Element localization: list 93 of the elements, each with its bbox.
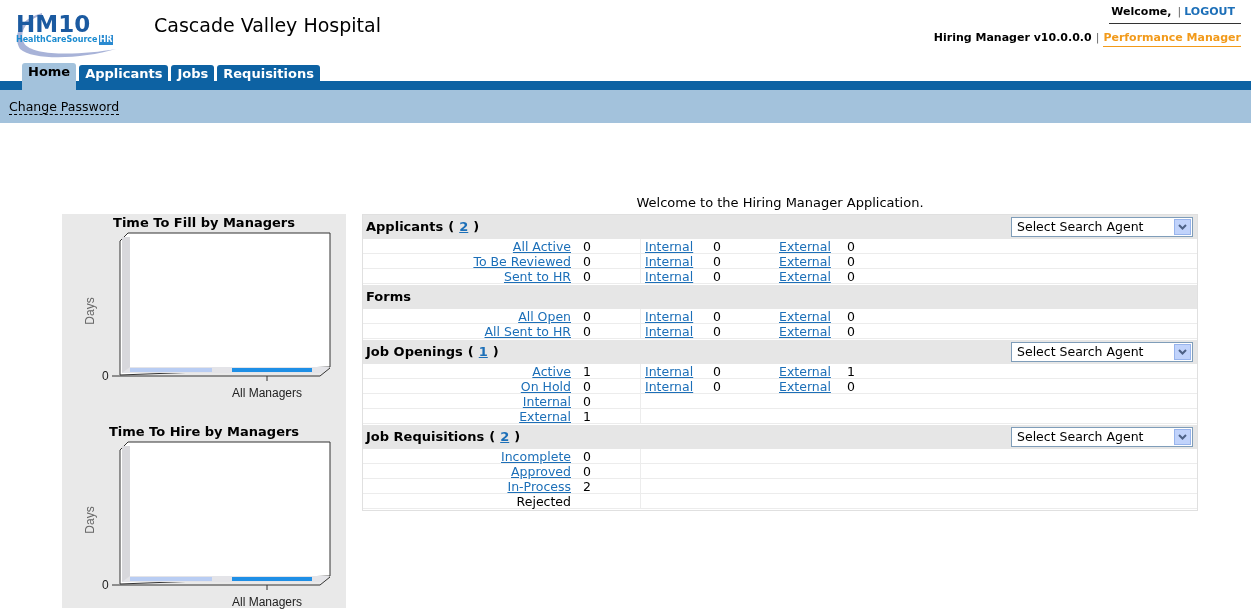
- external-link[interactable]: External: [779, 379, 831, 394]
- axis-label: Days: [83, 297, 97, 325]
- count-value: 0: [713, 269, 721, 284]
- internal-link[interactable]: Internal: [645, 324, 694, 339]
- chevron-down-icon: [1174, 344, 1191, 360]
- search-agent-dropdown[interactable]: Select Search Agent: [1011, 342, 1193, 362]
- external-link[interactable]: External: [779, 364, 831, 379]
- external-link[interactable]: External: [779, 324, 831, 339]
- count-value: 0: [583, 394, 591, 409]
- row-link[interactable]: To Be Reviewed: [473, 254, 571, 269]
- row-link[interactable]: Approved: [511, 464, 571, 479]
- count-value: 0: [847, 254, 855, 269]
- internal-link[interactable]: Internal: [645, 364, 694, 379]
- category-label: All Managers: [232, 595, 302, 609]
- row-link[interactable]: Active: [532, 364, 571, 379]
- row-label: Rejected: [516, 494, 571, 509]
- count-value: 0: [583, 309, 591, 324]
- external-link[interactable]: External: [779, 309, 831, 324]
- parenthesis: ): [473, 218, 480, 237]
- separator: |: [1177, 4, 1182, 20]
- welcome-text: Welcome,: [1111, 4, 1172, 20]
- count-value: 1: [847, 364, 855, 379]
- row-link[interactable]: Internal: [522, 394, 571, 409]
- axis-label: Days: [83, 506, 97, 534]
- external-link[interactable]: External: [779, 269, 831, 284]
- row-link[interactable]: External: [519, 409, 571, 424]
- count-value: 0: [583, 239, 591, 254]
- nav-tab[interactable]: Jobs: [171, 65, 215, 81]
- logo: HM10 HealthCareSource HR: [12, 9, 124, 57]
- parenthesis: (: [448, 218, 455, 237]
- internal-link[interactable]: Internal: [645, 269, 694, 284]
- parenthesis: (: [467, 343, 474, 362]
- count-value: 0: [713, 254, 721, 269]
- count-value: 0: [583, 324, 591, 339]
- count-value: 0: [583, 379, 591, 394]
- internal-link[interactable]: Internal: [645, 254, 694, 269]
- logout-link[interactable]: LOGOUT: [1184, 4, 1235, 21]
- count-link[interactable]: 2: [459, 217, 469, 237]
- count-value: 1: [583, 409, 591, 424]
- row-link[interactable]: All Active: [512, 239, 571, 254]
- count-value: 0: [713, 239, 721, 254]
- row-link[interactable]: Sent to HR: [503, 269, 571, 284]
- separator: |: [1095, 30, 1100, 46]
- nav-tab[interactable]: Applicants: [79, 65, 169, 81]
- row-link[interactable]: Incomplete: [501, 449, 571, 464]
- count-value: 0: [713, 364, 721, 379]
- count-value: 0: [583, 449, 591, 464]
- count-value: 1: [583, 364, 591, 379]
- nav-tab[interactable]: Requisitions: [217, 65, 320, 81]
- row-link[interactable]: All Open: [518, 309, 571, 324]
- internal-link[interactable]: Internal: [645, 309, 694, 324]
- hospital-name: Cascade Valley Hospital: [154, 13, 381, 37]
- count-value: 0: [847, 269, 855, 284]
- chevron-down-icon: [1174, 429, 1191, 445]
- external-link[interactable]: External: [779, 239, 831, 254]
- external-link[interactable]: External: [779, 254, 831, 269]
- count-value: 0: [847, 239, 855, 254]
- section-title: Applicants: [366, 218, 444, 237]
- section-title: Job Openings: [366, 343, 463, 362]
- count-value: 0: [713, 379, 721, 394]
- search-agent-dropdown[interactable]: Select Search Agent: [1011, 217, 1193, 237]
- count-value: 0: [847, 379, 855, 394]
- search-agent-dropdown[interactable]: Select Search Agent: [1011, 427, 1193, 447]
- chevron-down-icon: [1174, 219, 1191, 235]
- row-link[interactable]: On Hold: [520, 379, 571, 394]
- count-value: 0: [583, 464, 591, 479]
- nav-tab[interactable]: Home: [22, 63, 77, 90]
- tick-label: 0: [102, 369, 109, 383]
- count-value: 2: [583, 479, 591, 494]
- count-link[interactable]: 2: [500, 427, 510, 447]
- count-value: 0: [847, 324, 855, 339]
- subnav-link[interactable]: Change Password: [9, 98, 120, 115]
- count-value: 0: [713, 309, 721, 324]
- tick-label: 0: [102, 578, 109, 592]
- internal-link[interactable]: Internal: [645, 239, 694, 254]
- count-value: 0: [583, 269, 591, 284]
- internal-link[interactable]: Internal: [645, 379, 694, 394]
- row-link[interactable]: In-Process: [507, 479, 571, 494]
- chart-title: Time To Hire by Managers: [108, 424, 300, 440]
- section-title: Job Requisitions: [366, 428, 485, 447]
- section-title: Forms: [366, 288, 411, 307]
- chart-title: Time To Fill by Managers: [113, 215, 295, 231]
- count-value: 0: [847, 309, 855, 324]
- parenthesis: ): [514, 428, 521, 447]
- row-link[interactable]: All Sent to HR: [484, 324, 571, 339]
- count-value: 0: [583, 254, 591, 269]
- parenthesis: (: [489, 428, 496, 447]
- welcome-message: Welcome to the Hiring Manager Application.: [636, 195, 924, 211]
- count-link[interactable]: 1: [478, 342, 488, 362]
- version-text: Hiring Manager v10.0.0.0: [933, 30, 1092, 46]
- parenthesis: ): [492, 343, 499, 362]
- count-value: 0: [713, 324, 721, 339]
- category-label: All Managers: [232, 386, 302, 400]
